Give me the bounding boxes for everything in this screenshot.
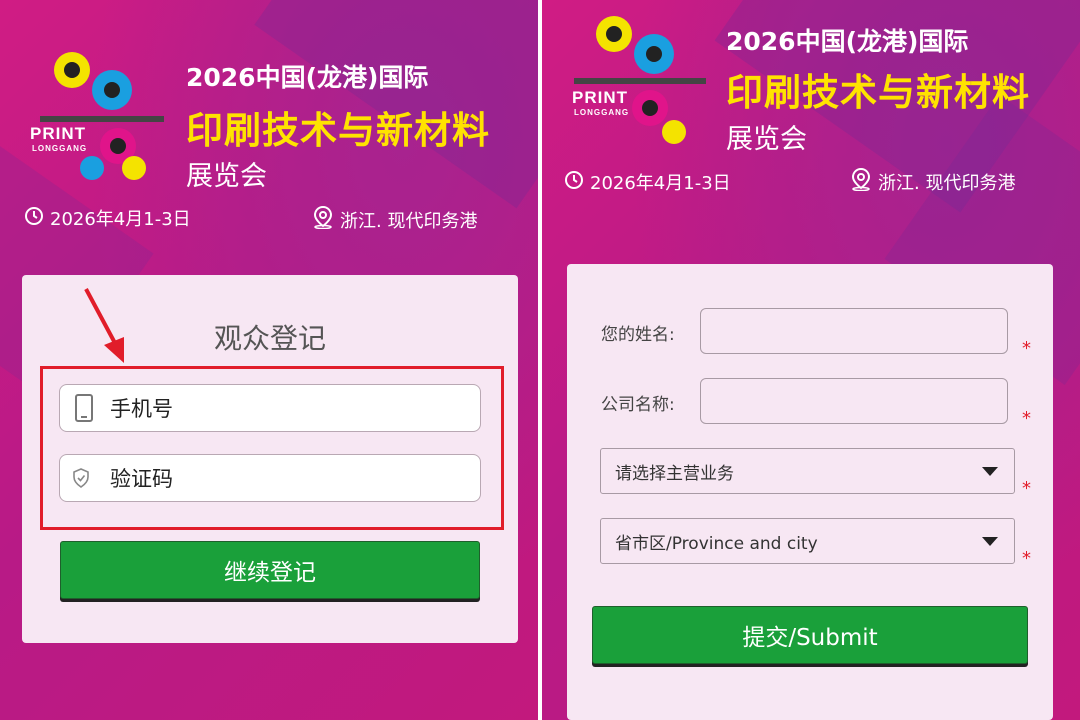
code-placeholder: 验证码 [110,467,173,491]
business-select[interactable]: 请选择主营业务 [600,448,1015,494]
red-arrow-icon [80,283,130,367]
logo-bar [40,116,164,122]
logo-subtext: LONGGANG [32,144,88,153]
clock-icon [564,170,584,195]
shield-check-icon [72,468,90,488]
name-input[interactable] [700,308,1008,354]
event-title-line2: 印刷技术与新材料 [186,109,490,152]
location-pin-icon [312,205,334,234]
logo-bar [574,78,706,84]
clock-icon [24,206,44,231]
logo-circle [80,156,104,180]
region-select-value: 省市区/Province and city [615,533,818,554]
phone-placeholder: 手机号 [110,397,173,421]
verification-code-input[interactable]: 验证码 [59,454,481,502]
location-pin-icon [850,167,872,196]
event-title-line2: 印刷技术与新材料 [726,71,1030,114]
mobile-phone-icon [74,394,94,422]
submit-button[interactable]: 提交/Submit [592,606,1028,664]
dropdown-caret-icon [982,537,998,546]
logo-text: PRINT [572,88,628,107]
logo-circle [110,138,126,154]
required-mark: * [1022,408,1031,429]
required-mark: * [1022,338,1031,359]
event-date-text: 2026年4月1-3日 [50,209,191,230]
event-location: 浙江. 现代印务港 [312,205,477,234]
required-mark: * [1022,548,1031,569]
registration-card: 您的姓名: * 公司名称: * 请选择主营业务 * 省市区/Province a… [567,264,1053,720]
registration-screen: PRINT LONGGANG 2026中国(龙港)国际 印刷技术与新材料 展览会… [542,0,1080,720]
print-longgang-logo: PRINT LONGGANG [570,14,710,154]
logo-circle [104,82,120,98]
required-mark: * [1022,478,1031,499]
phone-input[interactable]: 手机号 [59,384,481,432]
name-label: 您的姓名: [601,325,675,345]
logo-circle [606,26,622,42]
logo-subtext: LONGGANG [574,108,630,117]
event-title-line3: 展览会 [186,161,267,192]
print-longgang-logo: PRINT LONGGANG [30,48,170,188]
business-select-value: 请选择主营业务 [615,463,734,484]
company-input[interactable] [700,378,1008,424]
dropdown-caret-icon [982,467,998,476]
event-location: 浙江. 现代印务港 [850,167,1015,196]
continue-register-button[interactable]: 继续登记 [60,541,480,599]
logo-circle [662,120,686,144]
event-date: 2026年4月1-3日 [24,205,191,231]
logo-circle [646,46,662,62]
login-card: 观众登记 手机号 验证码 继续登记 [22,275,518,643]
company-label: 公司名称: [601,395,675,415]
event-location-text: 浙江. 现代印务港 [878,172,1016,194]
region-select[interactable]: 省市区/Province and city [600,518,1015,564]
logo-text: PRINT [30,124,86,143]
login-screen: PRINT LONGGANG 2026中国(龙港)国际 印刷技术与新材料 展览会… [0,0,538,720]
event-title-line3: 展览会 [726,124,807,155]
logo-circle [642,100,658,116]
event-date-text: 2026年4月1-3日 [590,173,731,194]
event-location-text: 浙江. 现代印务港 [340,210,478,232]
logo-circle [122,156,146,180]
event-title-line1: 2026中国(龙港)国际 [726,27,969,56]
logo-circle [64,62,80,78]
event-title-line1: 2026中国(龙港)国际 [186,63,429,92]
event-date: 2026年4月1-3日 [564,169,731,195]
